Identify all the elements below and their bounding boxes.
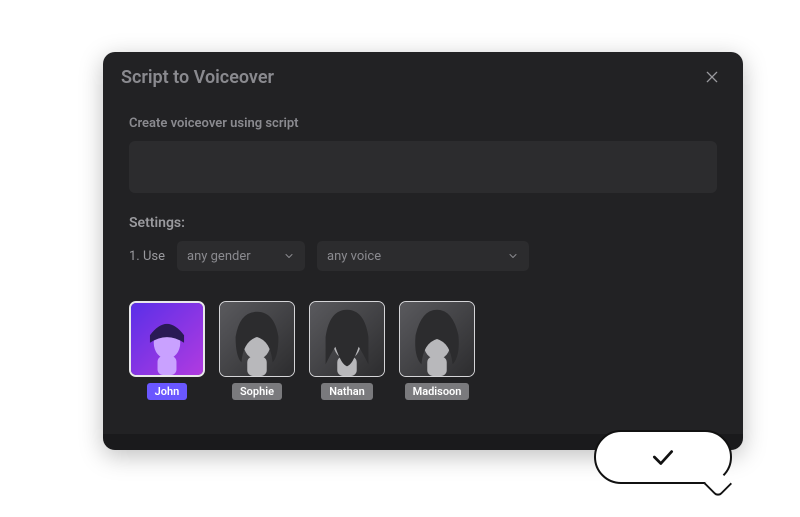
settings-row-1: 1. Use any gender any voice [129, 241, 717, 271]
voice-card-sophie[interactable]: Sophie [219, 301, 295, 400]
dialog-script-to-voiceover: Script to Voiceover Create voiceover usi… [103, 52, 743, 450]
voice-select[interactable]: any voice [317, 241, 529, 271]
voice-card-john[interactable]: John [129, 301, 205, 400]
voice-name-tag: Madisoon [405, 383, 470, 400]
dialog-title: Script to Voiceover [121, 67, 274, 88]
voice-select-value: any voice [327, 249, 381, 264]
avatar [399, 301, 475, 377]
voice-grid: John Sophie Nathan Madisoon [129, 301, 717, 400]
gender-select-value: any gender [187, 249, 251, 264]
gender-select[interactable]: any gender [177, 241, 305, 271]
voice-name-tag: John [147, 383, 188, 400]
dialog-header: Script to Voiceover [103, 52, 743, 100]
close-button[interactable] [699, 64, 725, 90]
voice-name-tag: Nathan [321, 383, 373, 400]
avatar [309, 301, 385, 377]
chevron-down-icon [283, 250, 295, 262]
voice-name-tag: Sophie [232, 383, 282, 400]
voice-card-nathan[interactable]: Nathan [309, 301, 385, 400]
script-label: Create voiceover using script [129, 116, 717, 131]
dialog-body: Create voiceover using script Settings: … [103, 100, 743, 414]
voice-card-madisoon[interactable]: Madisoon [399, 301, 475, 400]
avatar [219, 301, 295, 377]
chevron-down-icon [507, 250, 519, 262]
script-input[interactable] [129, 141, 717, 193]
close-icon [704, 69, 720, 85]
settings-label: Settings: [129, 215, 717, 231]
row1-lead: 1. Use [129, 249, 165, 264]
avatar [129, 301, 205, 377]
check-icon [650, 444, 676, 470]
